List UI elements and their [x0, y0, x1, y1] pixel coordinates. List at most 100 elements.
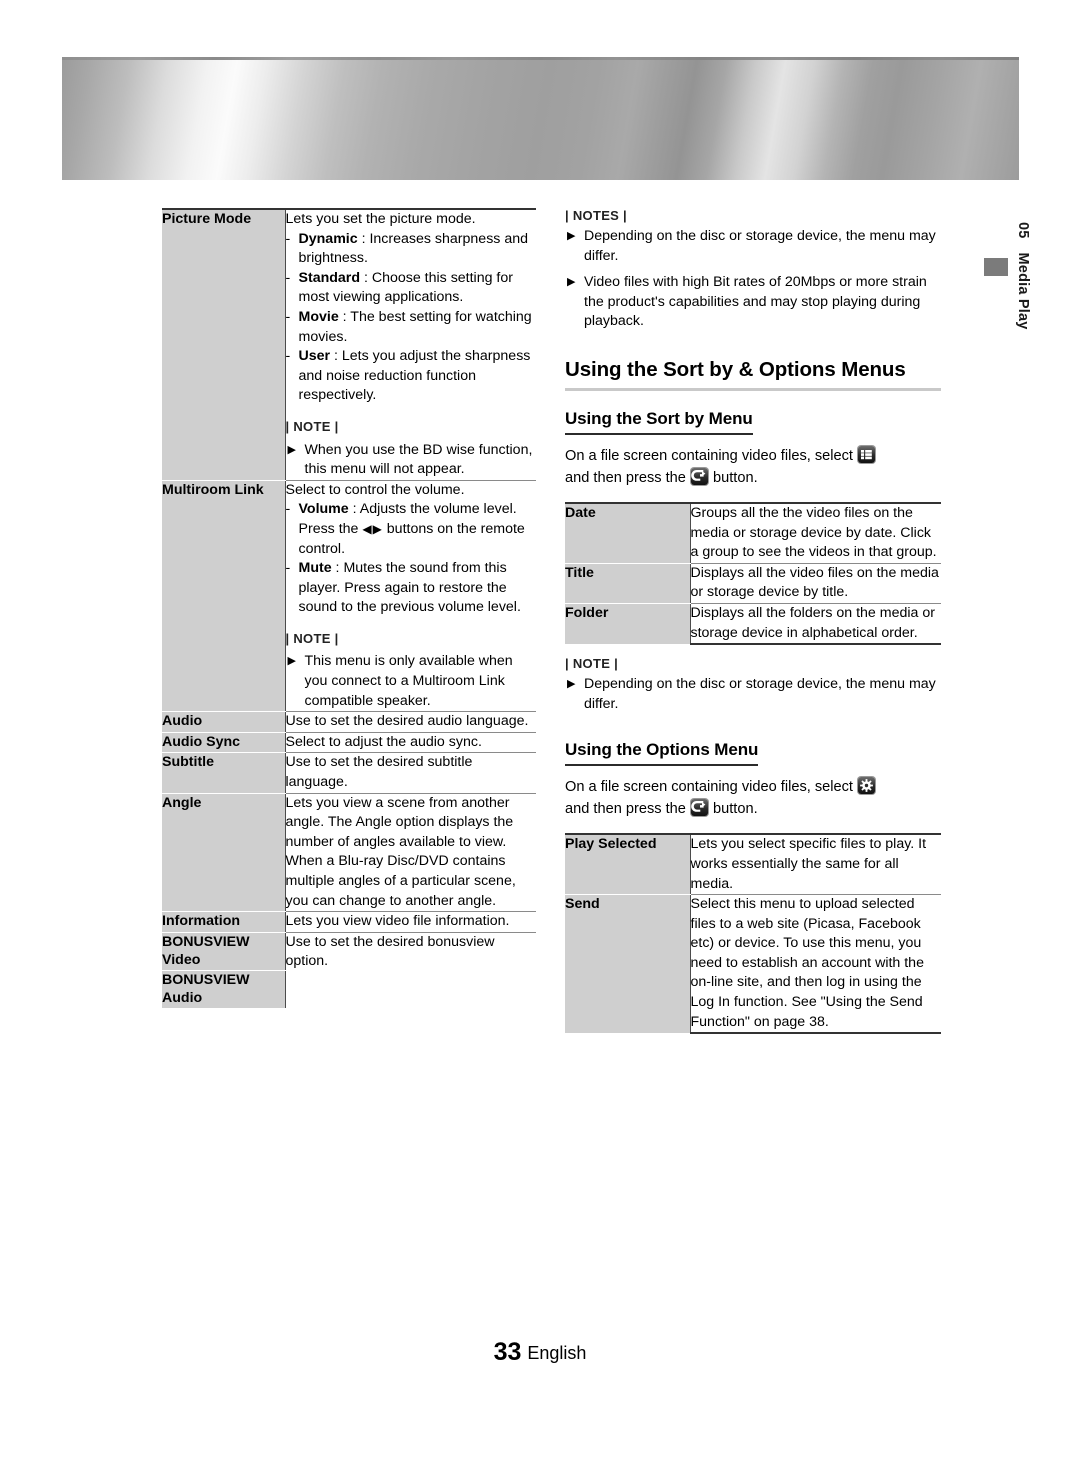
page-number: 33 [493, 1338, 522, 1366]
left-right-arrows-icon: ◀▶ [362, 521, 383, 536]
row-label-play-selected: Play Selected [565, 833, 690, 896]
row-label-picture-mode: Picture Mode [162, 207, 285, 481]
option-item: - Volume : Adjusts the volume level. Pres… [286, 500, 537, 559]
row-label-angle: Angle [162, 793, 285, 913]
row-label-date: Date [565, 501, 690, 564]
triangle-bullet-icon: ▶ [567, 230, 576, 242]
triangle-bullet-icon: ▶ [287, 443, 296, 456]
option-sep: : [348, 501, 360, 518]
sort-by-lead-text: On a file screen containing video files,… [565, 445, 941, 489]
intro-text: Lets you set the picture mode. [285, 211, 476, 227]
table-row: Folder Displays all the folders on the m… [565, 603, 941, 646]
row-desc-date: Groups all the the video files on the me… [689, 501, 941, 564]
sort-list-icon[interactable] [858, 445, 876, 463]
note-text: When you use the BD wise function, this … [304, 441, 533, 478]
option-sep: : [357, 230, 370, 247]
row-label-folder: Folder [565, 603, 690, 645]
row-label-audio: Audio [162, 711, 285, 733]
right-column: | NOTES | ▶ Depending on the disc or stor… [565, 208, 941, 1035]
row-label-send: Send [565, 894, 690, 1034]
row-desc-audio-sync: Select to adjust the audio sync. [284, 732, 536, 754]
note-list: ▶ When you use the BD wise function, this… [286, 441, 537, 480]
row-desc-angle: Lets you view a scene from another angle… [284, 793, 536, 913]
subsection-heading-sort-by: Using the Sort by Menu [565, 409, 753, 435]
option-list: - Dynamic : Increases sharpness and brigh… [286, 230, 537, 406]
lead-part-3: button. [713, 469, 758, 486]
row-desc-send: Select this menu to upload selected file… [689, 894, 941, 1035]
table-row: Play Selected Lets you select specific f… [565, 833, 941, 896]
sort-by-table: Date Groups all the the video files on t… [565, 501, 941, 646]
option-item: - User : Lets you adjust the sharpness an… [286, 347, 537, 406]
note-text: Depending on the disc or storage device,… [584, 228, 936, 264]
option-item: - Dynamic : Increases sharpness and brigh… [286, 230, 537, 269]
row-label-multiroom-link: Multiroom Link [162, 480, 285, 713]
option-sep: : [331, 560, 344, 577]
page-language: English [527, 1343, 587, 1363]
row-desc-information: Lets you view video file information. [284, 911, 536, 933]
dash-marker: - [285, 560, 291, 577]
note-list: ▶ This menu is only available when you co… [286, 652, 537, 711]
row-desc-picture-mode: Lets you set the picture mode. - Dynamic … [284, 207, 537, 481]
table-row: Subtitle Use to set the desired subtitle… [162, 752, 536, 794]
option-item: - Mute : Mutes the sound from this player… [286, 559, 537, 618]
table-row: Picture Mode Lets you set the picture mo… [162, 207, 537, 481]
lead-part-2: and then press the [565, 801, 686, 818]
note-item: ▶ When you use the BD wise function, this… [286, 441, 537, 480]
note-item: ▶ Depending on the disc or storage device… [565, 227, 941, 266]
row-label-title: Title [565, 563, 690, 604]
row-desc-title: Displays all the video files on the medi… [689, 563, 941, 604]
dash-marker: - [285, 269, 291, 286]
triangle-bullet-icon: ▶ [567, 276, 576, 289]
lead-part-1: On a file screen containing video files,… [565, 447, 853, 464]
lead-part-1: On a file screen containing video files,… [565, 779, 853, 796]
banner-top-edge [62, 57, 1019, 60]
intro-text: Select to control the volume. [285, 481, 465, 498]
row-label-bonusview-video: BONUSVIEW Video [162, 932, 285, 971]
row-label-information: Information [162, 911, 285, 933]
option-item: - Movie : The best setting for watching m… [286, 308, 537, 347]
note-text: Depending on the disc or storage device,… [584, 676, 936, 712]
option-term: Standard [298, 269, 361, 286]
options-menu-table: Play Selected Lets you select specific f… [565, 833, 941, 1035]
section-title: Using the Sort by & Options Menus [565, 358, 941, 391]
page-footer: 33 English [0, 1338, 1080, 1367]
option-sep: : [360, 269, 372, 286]
table-row: Send Select this menu to upload selected… [565, 894, 941, 1035]
dash-marker: - [285, 230, 291, 247]
option-term: Movie [298, 308, 339, 325]
triangle-bullet-icon: ▶ [567, 678, 576, 691]
enter-button-icon[interactable] [690, 799, 708, 817]
chapter-number: 05 [1015, 222, 1031, 239]
row-label-subtitle: Subtitle [162, 752, 285, 794]
table-row: Date Groups all the the video files on t… [565, 501, 941, 564]
manual-page: Picture Mode Lets you set the picture mo… [0, 0, 1080, 1477]
subsection-heading-options: Using the Options Menu [565, 740, 758, 767]
options-gear-icon[interactable] [858, 777, 876, 795]
video-options-table: Picture Mode Lets you set the picture mo… [162, 207, 537, 1008]
dash-marker: - [285, 501, 291, 518]
option-sep: : [338, 308, 351, 325]
option-list: - Volume : Adjusts the volume level. Pres… [286, 500, 537, 618]
note-heading: | NOTE | [285, 630, 339, 646]
note-text: Video files with high Bit rates of 20Mbp… [584, 274, 927, 330]
note-item: ▶ Video files with high Bit rates of 20Mb… [565, 273, 941, 332]
row-desc-play-selected: Lets you select specific files to play. … [689, 833, 941, 896]
table-row: Title Displays all the video files on th… [565, 563, 941, 604]
note-text: This menu is only available when you con… [304, 653, 513, 709]
option-term: Volume [298, 501, 349, 518]
chapter-title: Media Play [1015, 252, 1031, 330]
row-desc-audio: Use to set the desired audio language. [284, 711, 536, 733]
table-row: Audio Use to set the desired audio langu… [162, 711, 536, 733]
table-row: Angle Lets you view a scene from another… [162, 793, 536, 913]
option-term: User [298, 348, 331, 365]
row-label-audio-sync: Audio Sync [162, 732, 285, 754]
note-heading: | NOTE | [565, 656, 619, 672]
enter-button-icon[interactable] [690, 467, 708, 485]
note-item: ▶ Depending on the disc or storage device… [565, 675, 941, 714]
notes-heading: | NOTES | [565, 208, 627, 223]
row-label-bonusview-audio: BONUSVIEW Audio [162, 970, 285, 1008]
decorative-header-banner [62, 57, 1019, 180]
option-term: Mute [298, 560, 332, 577]
note-heading: | NOTE | [285, 418, 339, 434]
note-item: ▶ This menu is only available when you co… [286, 652, 537, 711]
